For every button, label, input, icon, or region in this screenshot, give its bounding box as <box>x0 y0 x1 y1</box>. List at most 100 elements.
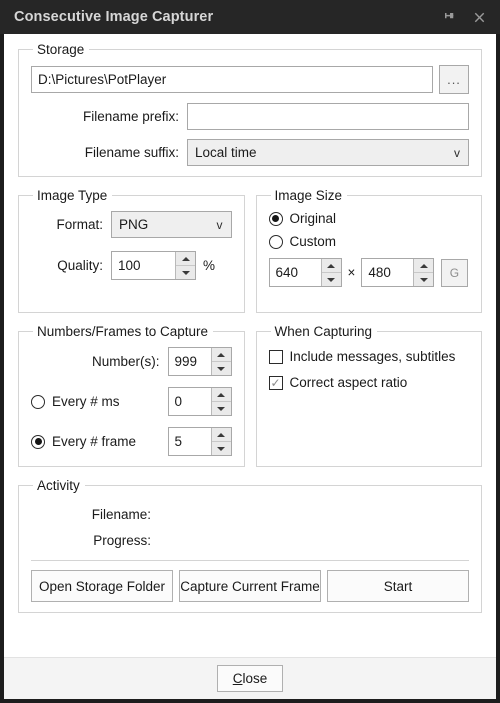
dialog-footer: Close <box>4 657 496 699</box>
custom-height-stepper[interactable]: 480 <box>361 258 435 287</box>
custom-width-stepper[interactable]: 640 <box>268 258 342 287</box>
activity-progress-label: Progress: <box>93 532 151 548</box>
close-button-accel: C <box>232 671 243 686</box>
quality-value: 100 <box>118 258 141 273</box>
quality-stepper[interactable]: 100 <box>111 251 196 280</box>
size-custom-radio[interactable] <box>268 234 283 249</box>
filename-prefix-label: Filename prefix: <box>82 109 179 124</box>
caret-down-icon <box>181 270 190 275</box>
close-button-label: lose <box>242 671 268 686</box>
custom-width-decrement-button[interactable] <box>321 273 341 286</box>
every-ms-label: Every # ms <box>52 394 120 409</box>
every-ms-row[interactable]: Every # ms 0 <box>31 387 232 416</box>
numbers-label: Number(s): <box>91 354 160 369</box>
caret-up-icon <box>419 263 428 268</box>
open-storage-folder-button[interactable]: Open Storage Folder <box>31 570 173 602</box>
every-ms-decrement-button[interactable] <box>211 402 231 415</box>
progress-status-row: Progress: <box>31 527 469 553</box>
every-ms-increment-button[interactable] <box>211 388 231 402</box>
custom-size-row: 640 × 480 G <box>268 258 470 287</box>
pin-icon[interactable] <box>434 3 464 31</box>
caret-down-icon <box>217 366 225 371</box>
include-messages-checkbox[interactable]: ✓ <box>268 349 283 364</box>
numbers-increment-button[interactable] <box>211 348 231 362</box>
caret-down-icon <box>327 277 335 282</box>
start-capture-button[interactable]: Start <box>327 570 469 602</box>
custom-height-value: 480 <box>368 265 391 280</box>
correct-aspect-row[interactable]: ✓ Correct aspect ratio <box>268 375 470 390</box>
frames-legend: Numbers/Frames to Capture <box>37 324 209 339</box>
capture-current-frame-button[interactable]: Capture Current Frame <box>179 570 321 602</box>
correct-aspect-checkbox[interactable]: ✓ <box>268 375 283 390</box>
size-preset-button[interactable]: G <box>441 258 469 287</box>
every-frame-value: 5 <box>174 434 183 449</box>
percent-label: % <box>203 258 216 273</box>
filename-status-row: Filename: <box>31 501 469 527</box>
format-value: PNG <box>119 217 149 232</box>
every-frame-stepper-arrows[interactable] <box>210 428 231 455</box>
storage-legend: Storage <box>37 42 85 57</box>
when-capturing-group: When Capturing ✓ Include messages, subti… <box>255 324 482 467</box>
browse-folder-button[interactable]: ... <box>439 65 469 94</box>
when-capturing-legend: When Capturing <box>274 324 373 339</box>
activity-divider <box>31 560 469 561</box>
every-ms-stepper-arrows[interactable] <box>210 388 231 415</box>
custom-height-decrement-button[interactable] <box>414 273 434 286</box>
every-ms-value: 0 <box>174 394 183 409</box>
filename-suffix-select[interactable]: Local time v <box>187 139 469 166</box>
caret-up-icon <box>217 392 225 397</box>
correct-aspect-label: Correct aspect ratio <box>289 375 408 390</box>
filename-prefix-input[interactable] <box>187 103 469 130</box>
image-size-legend: Image Size <box>274 188 343 203</box>
include-messages-label: Include messages, subtitles <box>289 349 456 364</box>
include-messages-row[interactable]: ✓ Include messages, subtitles <box>268 349 470 364</box>
custom-width-value: 640 <box>275 265 299 280</box>
every-frame-stepper[interactable]: 5 <box>167 427 232 456</box>
caret-up-icon <box>327 263 335 268</box>
activity-filename-label: Filename: <box>91 506 151 522</box>
quality-label: Quality: <box>57 258 103 273</box>
every-frame-decrement-button[interactable] <box>211 442 231 455</box>
size-original-label: Original <box>289 211 337 226</box>
every-frame-row[interactable]: Every # frame 5 <box>31 427 232 456</box>
activity-group: Activity Filename: Progress: Open Storag… <box>18 478 482 613</box>
custom-height-stepper-arrows[interactable] <box>413 259 434 286</box>
caret-up-icon <box>217 432 225 437</box>
chevron-down-icon: v <box>454 145 460 160</box>
custom-height-increment-button[interactable] <box>414 259 434 273</box>
caret-up-icon <box>217 352 225 357</box>
size-original-radio[interactable] <box>268 211 283 226</box>
close-icon[interactable] <box>464 3 494 31</box>
format-row: Format: PNG v <box>31 211 232 238</box>
quality-stepper-arrows[interactable] <box>175 252 195 279</box>
storage-group: Storage D:\Pictures\PotPlayer ... Filena… <box>18 42 482 177</box>
quality-row: Quality: 100 % <box>31 251 232 280</box>
every-ms-radio[interactable] <box>31 394 45 409</box>
size-custom-row[interactable]: Custom <box>268 234 470 249</box>
quality-decrement-button[interactable] <box>176 266 195 279</box>
quality-increment-button[interactable] <box>176 252 195 266</box>
every-frame-increment-button[interactable] <box>211 428 231 442</box>
custom-width-increment-button[interactable] <box>321 259 341 273</box>
title-bar: Consecutive Image Capturer <box>0 0 500 34</box>
custom-width-stepper-arrows[interactable] <box>320 259 341 286</box>
check-icon: ✓ <box>270 375 281 390</box>
numbers-stepper-arrows[interactable] <box>210 348 231 375</box>
size-custom-label: Custom <box>289 234 337 249</box>
image-size-group: Image Size Original Custom 640 × 480 G <box>255 188 482 313</box>
ellipsis-icon: ... <box>447 71 461 87</box>
every-frame-label: Every # frame <box>52 434 137 449</box>
every-frame-radio[interactable] <box>31 434 45 449</box>
size-multiply-symbol: × <box>347 265 356 280</box>
numbers-decrement-button[interactable] <box>211 362 231 375</box>
close-button[interactable]: Close <box>217 665 283 692</box>
activity-button-row: Open Storage Folder Capture Current Fram… <box>31 570 469 602</box>
every-ms-stepper[interactable]: 0 <box>167 387 232 416</box>
capture-dialog-window: Consecutive Image Capturer Storage D:\Pi… <box>0 0 500 703</box>
storage-path-input[interactable]: D:\Pictures\PotPlayer <box>31 66 433 93</box>
dialog-content: Storage D:\Pictures\PotPlayer ... Filena… <box>4 34 496 699</box>
size-original-row[interactable]: Original <box>268 211 470 226</box>
numbers-stepper[interactable]: 999 <box>167 347 232 376</box>
format-select[interactable]: PNG v <box>111 211 232 238</box>
activity-legend: Activity <box>37 478 80 493</box>
